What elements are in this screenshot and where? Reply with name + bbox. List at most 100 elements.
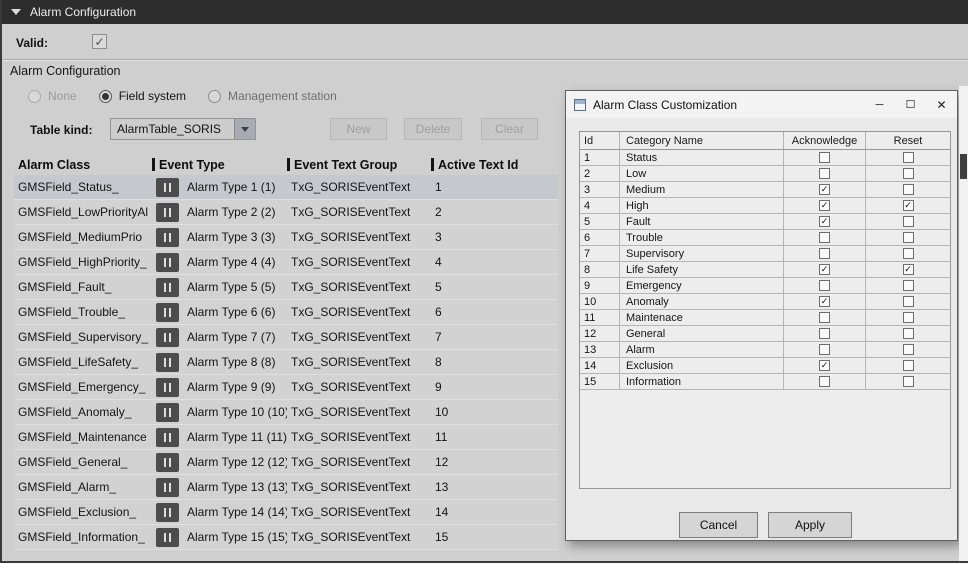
pause-icon[interactable] bbox=[156, 278, 179, 297]
reset-checkbox[interactable] bbox=[903, 232, 914, 243]
dialog-column-header-id[interactable]: Id bbox=[580, 132, 620, 149]
customization-row[interactable]: 9Emergency bbox=[580, 278, 950, 294]
reset-checkbox[interactable]: ✓ bbox=[903, 264, 914, 275]
acknowledge-checkbox[interactable]: ✓ bbox=[819, 184, 830, 195]
alarm-table-row[interactable]: GMSField_Anomaly_Alarm Type 10 (10)TxG_S… bbox=[14, 400, 558, 425]
acknowledge-checkbox[interactable] bbox=[819, 232, 830, 243]
alarm-table-row[interactable]: GMSField_LifeSafety_Alarm Type 8 (8)TxG_… bbox=[14, 350, 558, 375]
radio-none[interactable]: None bbox=[28, 89, 77, 103]
pause-icon[interactable] bbox=[156, 428, 179, 447]
reset-checkbox[interactable] bbox=[903, 328, 914, 339]
table-kind-dropdown[interactable]: AlarmTable_SORIS bbox=[110, 118, 256, 140]
reset-checkbox[interactable] bbox=[903, 216, 914, 227]
minimize-button[interactable]: ─ bbox=[864, 91, 895, 118]
collapse-arrow-icon[interactable] bbox=[11, 9, 21, 15]
alarm-table-row[interactable]: GMSField_Supervisory_Alarm Type 7 (7)TxG… bbox=[14, 325, 558, 350]
customization-row[interactable]: 6Trouble bbox=[580, 230, 950, 246]
clear-button[interactable]: Clear bbox=[481, 118, 538, 140]
column-header-event-text-group[interactable]: Event Text Group bbox=[290, 158, 431, 172]
customization-row[interactable]: 14Exclusion✓ bbox=[580, 358, 950, 374]
reset-checkbox[interactable]: ✓ bbox=[903, 200, 914, 211]
dialog-column-header-acknowledge[interactable]: Acknowledge bbox=[784, 132, 866, 149]
customization-row[interactable]: 13Alarm bbox=[580, 342, 950, 358]
customization-row[interactable]: 5Fault✓ bbox=[580, 214, 950, 230]
alarm-table-row[interactable]: GMSField_MaintenanceAlarm Type 11 (11)Tx… bbox=[14, 425, 558, 450]
pause-icon[interactable] bbox=[156, 353, 179, 372]
acknowledge-checkbox[interactable] bbox=[819, 312, 830, 323]
scrollbar-track[interactable] bbox=[959, 86, 968, 563]
alarm-table-row[interactable]: GMSField_Fault_Alarm Type 5 (5)TxG_SORIS… bbox=[14, 275, 558, 300]
reset-checkbox[interactable] bbox=[903, 152, 914, 163]
acknowledge-checkbox[interactable] bbox=[819, 344, 830, 355]
alarm-table-row[interactable]: GMSField_Emergency_Alarm Type 9 (9)TxG_S… bbox=[14, 375, 558, 400]
acknowledge-checkbox[interactable] bbox=[819, 376, 830, 387]
alarm-table-row[interactable]: GMSField_Trouble_Alarm Type 6 (6)TxG_SOR… bbox=[14, 300, 558, 325]
alarm-table-row[interactable]: GMSField_LowPriorityAlAlarm Type 2 (2)Tx… bbox=[14, 200, 558, 225]
customization-row[interactable]: 1Status bbox=[580, 150, 950, 166]
reset-checkbox[interactable] bbox=[903, 280, 914, 291]
acknowledge-checkbox[interactable] bbox=[819, 248, 830, 259]
acknowledge-checkbox[interactable]: ✓ bbox=[819, 216, 830, 227]
acknowledge-checkbox[interactable] bbox=[819, 152, 830, 163]
reset-checkbox[interactable] bbox=[903, 248, 914, 259]
pause-icon[interactable] bbox=[156, 378, 179, 397]
radio-field-system[interactable]: Field system bbox=[99, 89, 186, 103]
customization-row[interactable]: 11Maintenace bbox=[580, 310, 950, 326]
alarm-table-row[interactable]: GMSField_Status_Alarm Type 1 (1)TxG_SORI… bbox=[14, 175, 558, 200]
dialog-column-header-category-name[interactable]: Category Name bbox=[620, 132, 784, 149]
new-button[interactable]: New bbox=[330, 118, 387, 140]
pause-icon[interactable] bbox=[156, 178, 179, 197]
alarm-table-row[interactable]: GMSField_Exclusion_Alarm Type 14 (14)TxG… bbox=[14, 500, 558, 525]
alarm-table-row[interactable]: GMSField_Alarm_Alarm Type 13 (13)TxG_SOR… bbox=[14, 475, 558, 500]
acknowledge-checkbox[interactable]: ✓ bbox=[819, 360, 830, 371]
customization-row[interactable]: 12General bbox=[580, 326, 950, 342]
alarm-table-row[interactable]: GMSField_HighPriority_Alarm Type 4 (4)Tx… bbox=[14, 250, 558, 275]
alarm-table-row[interactable]: GMSField_General_Alarm Type 12 (12)TxG_S… bbox=[14, 450, 558, 475]
reset-checkbox[interactable] bbox=[903, 344, 914, 355]
acknowledge-checkbox[interactable] bbox=[819, 280, 830, 291]
radio-management-station[interactable]: Management station bbox=[208, 89, 337, 103]
reset-checkbox[interactable] bbox=[903, 312, 914, 323]
pause-icon[interactable] bbox=[156, 453, 179, 472]
customization-row[interactable]: 4High✓✓ bbox=[580, 198, 950, 214]
close-button[interactable]: ✕ bbox=[926, 91, 957, 118]
pause-icon[interactable] bbox=[156, 228, 179, 247]
reset-checkbox[interactable] bbox=[903, 168, 914, 179]
customization-row[interactable]: 7Supervisory bbox=[580, 246, 950, 262]
reset-checkbox[interactable] bbox=[903, 184, 914, 195]
delete-button[interactable]: Delete bbox=[404, 118, 462, 140]
cancel-button[interactable]: Cancel bbox=[679, 512, 758, 538]
reset-checkbox[interactable] bbox=[903, 360, 914, 371]
maximize-button[interactable]: ☐ bbox=[895, 91, 926, 118]
column-header-alarm-class[interactable]: Alarm Class bbox=[14, 158, 152, 172]
alarm-table-row[interactable]: GMSField_Information_Alarm Type 15 (15)T… bbox=[14, 525, 558, 550]
customization-row[interactable]: 3Medium✓ bbox=[580, 182, 950, 198]
acknowledge-checkbox[interactable] bbox=[819, 328, 830, 339]
dropdown-arrow-button[interactable] bbox=[234, 119, 255, 139]
reset-checkbox[interactable] bbox=[903, 376, 914, 387]
pause-icon[interactable] bbox=[156, 203, 179, 222]
column-header-event-type[interactable]: Event Type bbox=[155, 158, 287, 172]
pause-icon[interactable] bbox=[156, 328, 179, 347]
acknowledge-checkbox[interactable]: ✓ bbox=[819, 296, 830, 307]
acknowledge-checkbox[interactable]: ✓ bbox=[819, 200, 830, 211]
customization-row[interactable]: 10Anomaly✓ bbox=[580, 294, 950, 310]
pause-icon[interactable] bbox=[156, 478, 179, 497]
dialog-column-header-reset[interactable]: Reset bbox=[866, 132, 950, 149]
pause-icon[interactable] bbox=[156, 528, 179, 547]
reset-checkbox[interactable] bbox=[903, 296, 914, 307]
pause-icon[interactable] bbox=[156, 303, 179, 322]
pause-icon[interactable] bbox=[156, 403, 179, 422]
valid-checkbox[interactable] bbox=[92, 34, 107, 49]
pause-icon[interactable] bbox=[156, 253, 179, 272]
customization-row[interactable]: 2Low bbox=[580, 166, 950, 182]
pause-icon[interactable] bbox=[156, 503, 179, 522]
acknowledge-checkbox[interactable]: ✓ bbox=[819, 264, 830, 275]
customization-row[interactable]: 15Information bbox=[580, 374, 950, 390]
acknowledge-checkbox[interactable] bbox=[819, 168, 830, 179]
alarm-table-row[interactable]: GMSField_MediumPrioAlarm Type 3 (3)TxG_S… bbox=[14, 225, 558, 250]
column-header-active-text-id[interactable]: Active Text Id bbox=[434, 158, 568, 172]
customization-row[interactable]: 8Life Safety✓✓ bbox=[580, 262, 950, 278]
scrollbar-thumb[interactable] bbox=[960, 154, 967, 179]
apply-button[interactable]: Apply bbox=[768, 512, 852, 538]
